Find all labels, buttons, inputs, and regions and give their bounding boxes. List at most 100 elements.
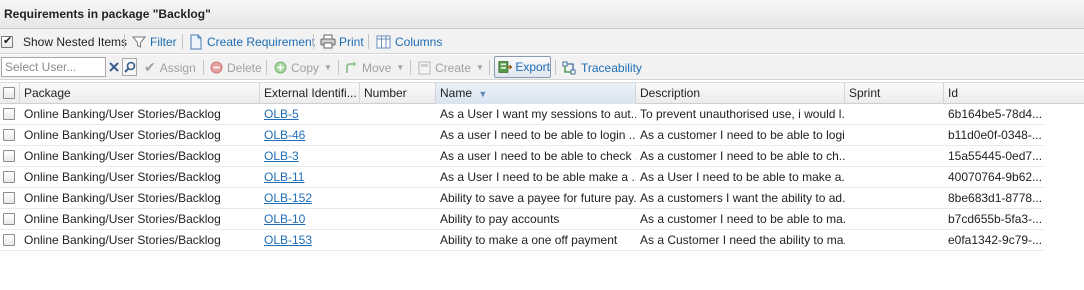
external-id-link[interactable]: OLB-46 [260, 125, 360, 146]
assign-button[interactable]: ✔ Assign [144, 55, 196, 80]
filter-button[interactable]: Filter [132, 29, 177, 54]
sprint-cell [845, 230, 944, 251]
table-row[interactable]: Online Banking/User Stories/Backlog OLB-… [0, 104, 1044, 125]
external-id-link[interactable]: OLB-10 [260, 209, 360, 230]
search-user-button[interactable] [122, 58, 137, 76]
description-cell: As a customers I want the ability to ad.… [640, 191, 845, 205]
toolbar-actions: ✔ Assign Delete Copy ▼ Move ▼ Create [0, 55, 1084, 80]
id-cell: 40070764-9b62... [948, 170, 1043, 184]
copy-button[interactable]: Copy ▼ [274, 55, 332, 80]
column-header-external-id[interactable]: External Identifi... [260, 83, 360, 104]
name-cell: As a User I need to be able make a ... [440, 170, 636, 184]
id-cell: b11d0e0f-0348-... [948, 128, 1042, 142]
sprint-cell [845, 188, 944, 209]
divider [368, 34, 369, 49]
table-row[interactable]: Online Banking/User Stories/Backlog OLB-… [0, 209, 1044, 230]
package-cell: Online Banking/User Stories/Backlog [24, 170, 221, 184]
table-row[interactable]: Online Banking/User Stories/Backlog OLB-… [0, 125, 1044, 146]
print-label: Print [339, 34, 364, 49]
select-user-input[interactable] [1, 57, 106, 77]
traceability-icon [562, 61, 576, 74]
chevron-down-icon: ▼ [396, 63, 405, 72]
move-button[interactable]: Move ▼ [345, 55, 404, 80]
columns-label: Columns [395, 34, 443, 49]
number-cell [360, 230, 436, 251]
row-checkbox[interactable] [3, 171, 15, 183]
package-cell: Online Banking/User Stories/Backlog [24, 149, 221, 163]
print-button[interactable]: Print [320, 29, 364, 54]
delete-button[interactable]: Delete [210, 55, 262, 80]
table-row[interactable]: Online Banking/User Stories/Backlog OLB-… [0, 230, 1044, 251]
description-cell: As a customer I need to be able to ma... [640, 212, 845, 226]
name-cell: As a user I need to be able to login ... [440, 128, 636, 142]
create-icon [418, 61, 431, 74]
package-cell: Online Banking/User Stories/Backlog [24, 107, 221, 121]
chevron-down-icon: ▼ [476, 63, 484, 72]
id-cell: b7cd655b-5fa3-... [948, 212, 1043, 226]
filter-label: Filter [150, 34, 177, 49]
description-cell: As a User I need to be able to make a... [640, 170, 845, 184]
column-name-label: Name [440, 86, 473, 100]
external-id-link[interactable]: OLB-153 [260, 230, 360, 251]
export-label: Export [515, 60, 550, 74]
external-id-link[interactable]: OLB-11 [260, 167, 360, 188]
column-header-description[interactable]: Description [636, 83, 845, 104]
column-header-number[interactable]: Number [360, 83, 436, 104]
external-id-link[interactable]: OLB-3 [260, 146, 360, 167]
id-cell: e0fa1342-9c79-... [948, 233, 1043, 247]
divider [555, 60, 556, 75]
number-cell [360, 167, 436, 188]
sprint-cell [845, 104, 944, 125]
assign-label: Assign [159, 60, 196, 75]
chevron-down-icon: ▼ [324, 63, 332, 72]
table-row[interactable]: Online Banking/User Stories/Backlog OLB-… [0, 167, 1044, 188]
external-id-link[interactable]: OLB-5 [260, 104, 360, 125]
clear-user-button[interactable] [106, 58, 121, 76]
package-cell: Online Banking/User Stories/Backlog [24, 128, 221, 142]
description-cell: As a customer I need to be able to logi.… [640, 128, 845, 142]
external-id-link[interactable]: OLB-152 [260, 188, 360, 209]
table-row[interactable]: Online Banking/User Stories/Backlog OLB-… [0, 146, 1044, 167]
panel-header: Requirements in package "Backlog" [0, 0, 1084, 29]
check-icon: ✔ [144, 59, 156, 75]
sprint-cell [845, 209, 944, 230]
checkbox-checked-icon[interactable]: ✔ [1, 35, 13, 48]
divider [489, 60, 490, 75]
row-checkbox[interactable] [3, 150, 15, 162]
divider [124, 34, 125, 49]
filter-icon [132, 36, 146, 48]
columns-button[interactable]: Columns [376, 29, 442, 54]
divider [410, 60, 411, 75]
search-icon [123, 61, 135, 73]
column-header-sprint[interactable]: Sprint [845, 83, 944, 104]
copy-icon [274, 61, 287, 74]
column-header-name[interactable]: Name ▼ [436, 83, 636, 104]
row-checkbox[interactable] [3, 213, 15, 225]
document-icon [190, 34, 202, 49]
select-all-checkbox[interactable] [3, 87, 15, 99]
create-requirement-button[interactable]: Create Requirement [189, 29, 315, 54]
row-checkbox[interactable] [3, 192, 15, 204]
traceability-button[interactable]: Traceability [562, 55, 642, 80]
move-icon [346, 61, 357, 73]
id-cell: 8be683d1-8778... [948, 191, 1043, 205]
row-checkbox[interactable] [3, 108, 15, 120]
divider [266, 60, 267, 75]
column-header-id[interactable]: Id [944, 83, 1084, 104]
number-cell [360, 209, 436, 230]
export-button[interactable]: Export [494, 56, 551, 78]
column-header-package[interactable]: Package [20, 83, 260, 104]
table-row[interactable]: Online Banking/User Stories/Backlog OLB-… [0, 188, 1044, 209]
create-button[interactable]: Create ▼ [418, 55, 484, 80]
sprint-cell [845, 146, 944, 167]
show-nested-toggle[interactable]: ✔ Show Nested Items [1, 29, 127, 54]
row-checkbox[interactable] [3, 234, 15, 246]
panel-title: Requirements in package "Backlog" [4, 7, 211, 21]
divider [338, 60, 339, 75]
package-cell: Online Banking/User Stories/Backlog [24, 191, 221, 205]
row-checkbox[interactable] [3, 129, 15, 141]
id-cell: 6b164be5-78d4... [948, 107, 1043, 121]
divider [203, 60, 204, 75]
number-cell [360, 188, 436, 209]
id-cell: 15a55445-0ed7... [948, 149, 1043, 163]
